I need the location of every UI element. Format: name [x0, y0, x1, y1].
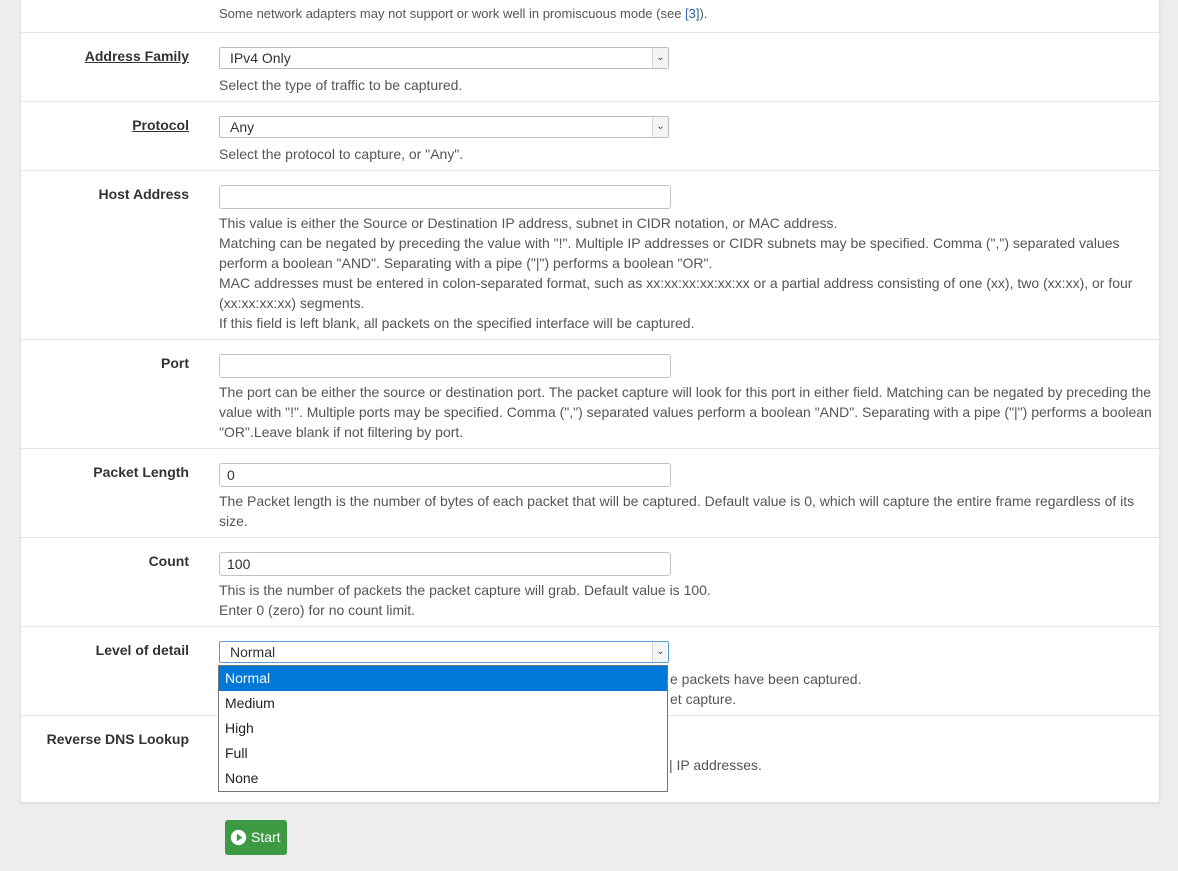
chevron-down-icon: ⌄ — [652, 642, 668, 662]
protocol-select[interactable]: Any ⌄ — [219, 116, 669, 138]
port-help: The port can be either the source or des… — [219, 384, 1152, 440]
play-circle-icon — [230, 829, 247, 846]
packet-length-row: Packet Length 0 The Packet length is the… — [21, 449, 1159, 538]
start-button-label: Start — [251, 829, 281, 845]
port-input[interactable] — [219, 354, 671, 378]
option-none[interactable]: None — [219, 766, 667, 791]
protocol-value: Any — [230, 119, 255, 135]
address-family-label[interactable]: Address Family — [21, 48, 189, 64]
host-address-row: Host Address This value is either the So… — [21, 171, 1159, 340]
option-high[interactable]: High — [219, 716, 667, 741]
reference-link[interactable]: [3] — [685, 6, 699, 21]
address-family-help: Select the type of traffic to be capture… — [219, 77, 463, 93]
reverse-dns-label: Reverse DNS Lookup — [46, 731, 189, 747]
count-input[interactable]: 100 — [219, 552, 671, 576]
level-of-detail-help: e packets have been captured. et capture… — [670, 671, 862, 707]
port-row: Port The port can be either the source o… — [21, 340, 1159, 449]
packet-length-label: Packet Length — [93, 464, 189, 480]
option-full[interactable]: Full — [219, 741, 667, 766]
packet-length-help: The Packet length is the number of bytes… — [219, 493, 1135, 529]
chevron-down-icon: ⌄ — [652, 117, 668, 137]
promiscuous-note-row: Some network adapters may not support or… — [21, 0, 1159, 33]
option-normal[interactable]: Normal — [219, 666, 667, 691]
address-family-value: IPv4 Only — [230, 50, 291, 66]
level-of-detail-select[interactable]: Normal ⌄ — [219, 641, 669, 663]
count-help: This is the number of packets the packet… — [219, 582, 711, 618]
count-row: Count 100 This is the number of packets … — [21, 538, 1159, 627]
host-address-label: Host Address — [98, 186, 189, 202]
port-label: Port — [161, 355, 189, 371]
count-label: Count — [148, 553, 189, 569]
promiscuous-help: Some network adapters may not support or… — [219, 6, 708, 21]
level-of-detail-label: Level of detail — [95, 642, 189, 658]
address-family-select[interactable]: IPv4 Only ⌄ — [219, 47, 669, 69]
packet-length-input[interactable]: 0 — [219, 463, 671, 487]
host-address-help: This value is either the Source or Desti… — [219, 215, 1133, 331]
protocol-help: Select the protocol to capture, or "Any"… — [219, 146, 464, 162]
protocol-label[interactable]: Protocol — [21, 117, 189, 133]
option-medium[interactable]: Medium — [219, 691, 667, 716]
start-button[interactable]: Start — [225, 820, 287, 855]
level-of-detail-dropdown: Normal Medium High Full None — [218, 665, 668, 792]
address-family-row: Address Family IPv4 Only ⌄ Select the ty… — [21, 33, 1159, 102]
level-of-detail-value: Normal — [230, 644, 276, 660]
host-address-input[interactable] — [219, 185, 671, 209]
reverse-dns-help: | IP addresses. — [669, 757, 762, 773]
protocol-row: Protocol Any ⌄ Select the protocol to ca… — [21, 102, 1159, 171]
chevron-down-icon: ⌄ — [652, 48, 668, 68]
